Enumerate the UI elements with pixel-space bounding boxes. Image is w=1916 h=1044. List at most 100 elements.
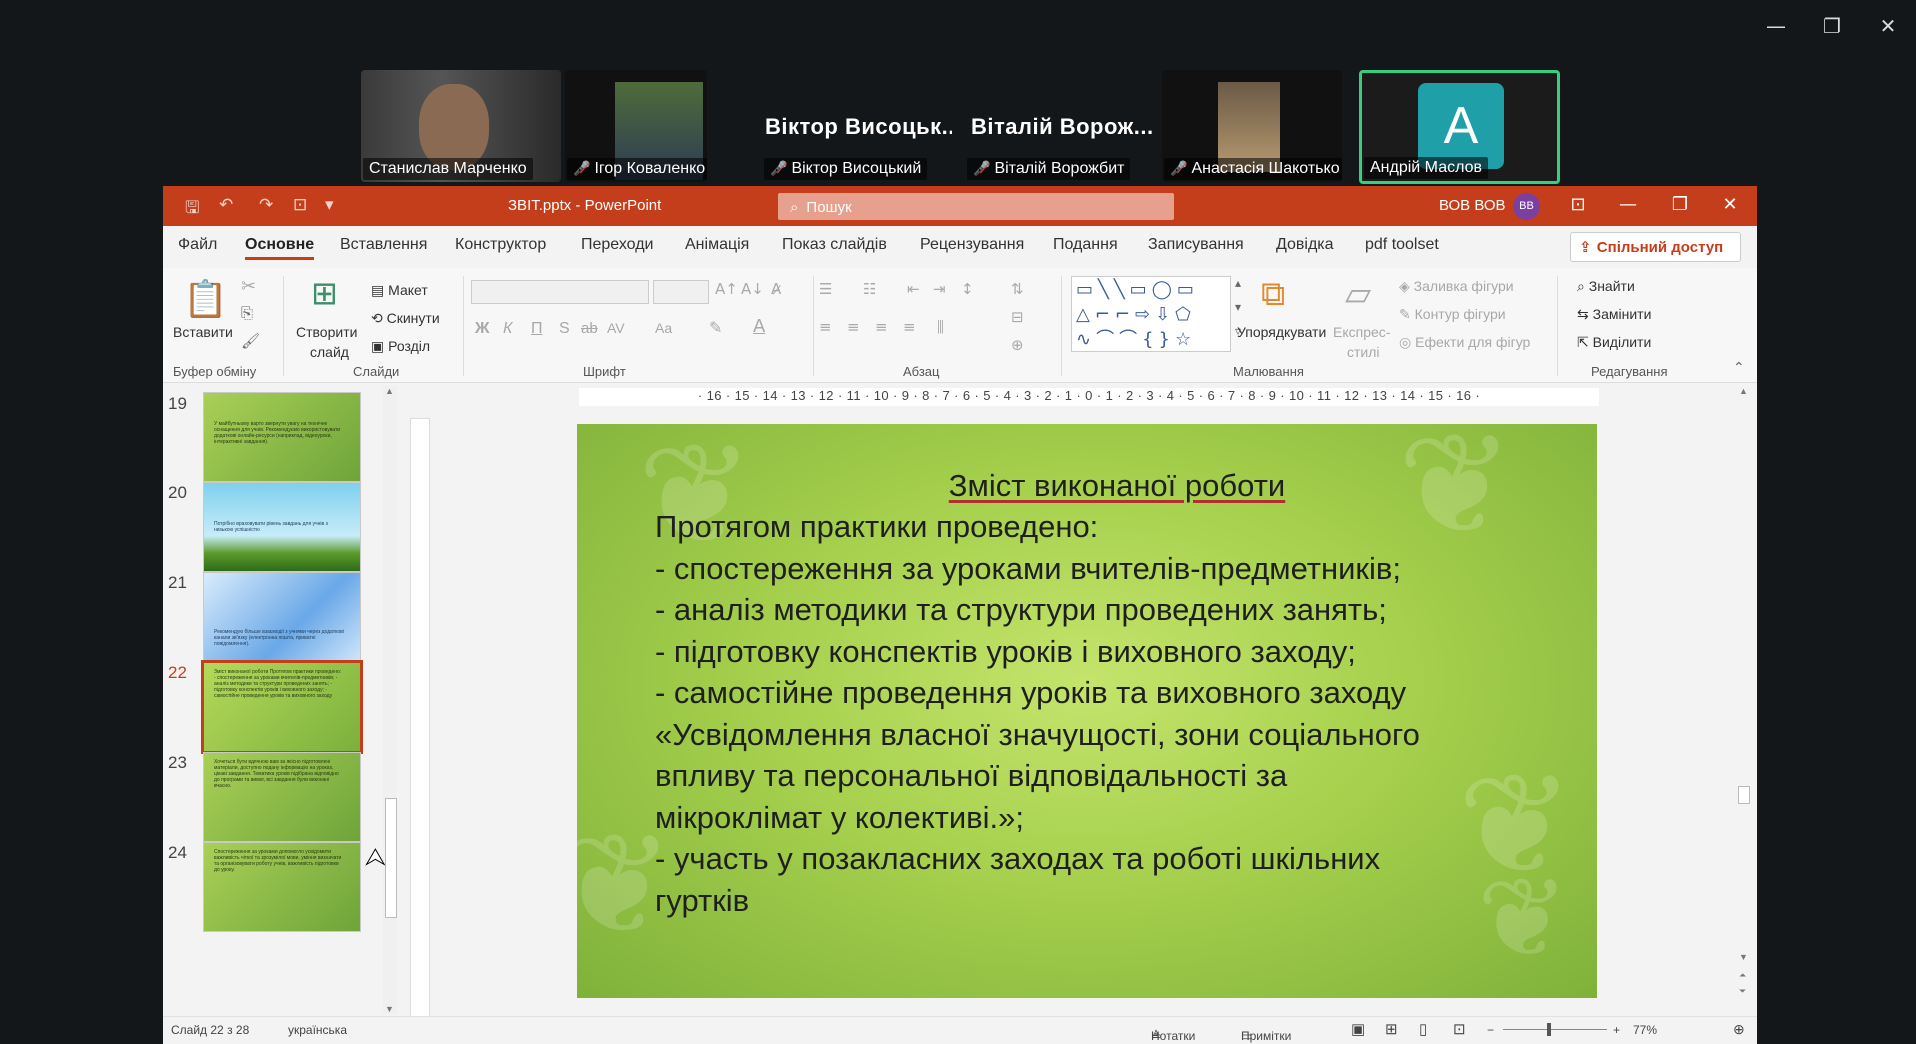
previous-slide-icon[interactable]: ⏶ [1739,970,1746,981]
clear-format-icon[interactable]: A̷ [771,280,781,298]
slide-thumbnail[interactable]: Хочеться бути вдячною вам за якісно підг… [203,752,361,842]
slide-sorter-icon[interactable]: ⊞ [1385,1020,1398,1038]
zoom-level[interactable]: 77% [1633,1023,1657,1037]
cut-icon[interactable]: ✂ [241,276,256,297]
language-indicator[interactable]: українська [288,1023,347,1037]
tab-file[interactable]: Файл [178,236,217,254]
participant-tile-active[interactable]: A Андрій Маслов [1359,70,1560,184]
tab-review[interactable]: Рецензування [920,236,1024,254]
scroll-up-icon[interactable]: ▲ [385,386,394,396]
paste-icon[interactable]: 📋 [183,278,228,320]
collapse-ribbon-icon[interactable]: ⌃ [1733,360,1745,376]
share-button[interactable]: ⇪ Спільний доступ [1570,232,1741,262]
scroll-down-icon[interactable]: ▼ [1739,952,1748,962]
ribbon-display-icon[interactable]: ⊡ [1563,194,1593,215]
zoom-in-icon[interactable]: + [1613,1023,1620,1037]
slide-thumbnail[interactable]: Потрібно враховувати рівень завдань для … [203,482,361,572]
shape-outline-button[interactable]: ✎ Контур фігури [1399,306,1506,323]
text-direction-icon[interactable]: ⇅ [1011,280,1024,298]
quick-styles-button[interactable]: Експрес- [1333,324,1390,340]
quick-styles-button-line2[interactable]: стилі [1347,344,1380,360]
increase-indent-icon[interactable]: ⇥ [933,280,946,298]
replace-button[interactable]: ⇆ Замінити [1577,306,1651,323]
shapes-gallery[interactable]: ▭╲╲▭◯▭ △⌐⌐⇨⇩⬠ ∿⌒⌒{}☆ [1071,276,1231,352]
participant-tile[interactable]: Віталій Ворож... 🎤̸ Віталій Ворожбит [965,70,1155,182]
tab-insert[interactable]: Вставлення [340,236,427,254]
tab-home[interactable]: Основне [245,236,315,260]
slide-thumbnail[interactable]: Спостереження за уроками допомогло усвід… [203,842,361,932]
customize-icon[interactable]: ▾ [325,195,334,215]
fit-slide-icon[interactable]: ⊕ [1733,1021,1745,1038]
zoom-slider-thumb[interactable] [1547,1023,1551,1036]
new-slide-button-line2[interactable]: слайд [310,344,349,360]
scroll-down-icon[interactable]: ▼ [385,1004,394,1014]
zoom-slider[interactable] [1503,1029,1607,1030]
undo-icon[interactable]: ↶ [219,195,233,215]
slide-scrollbar[interactable]: ▲ ▼ ⏶ ⏷ [1735,386,1753,1006]
scrollbar-thumb[interactable] [385,798,397,918]
restore-icon[interactable]: ❐ [1814,12,1850,40]
align-center-icon[interactable]: ≡ [847,318,860,336]
tab-view[interactable]: Подання [1053,236,1118,254]
user-name[interactable]: ВОВ ВОВ [1439,197,1506,214]
slideshow-icon[interactable]: ⊡ [1453,1020,1466,1038]
save-icon[interactable]: 🖫 [185,195,199,224]
columns-icon[interactable]: ⫼ [937,318,944,336]
shrink-font-icon[interactable]: A↓ [741,280,764,298]
shape-effects-button[interactable]: ◎ Ефекти для фігур [1399,334,1530,351]
slide-title[interactable]: Зміст виконаної роботи [577,468,1597,504]
minimize-icon[interactable]: — [1613,194,1643,215]
arrange-icon[interactable]: ⧉ [1261,274,1285,314]
font-color-icon[interactable]: A [753,316,765,337]
slide-body[interactable]: Протягом практики проведено: - спостереж… [655,506,1555,921]
new-slide-icon[interactable]: ⊞ [311,274,338,312]
align-right-icon[interactable]: ≡ [875,318,888,336]
tab-animations[interactable]: Анімація [685,236,749,254]
tab-slideshow[interactable]: Показ слайдів [782,236,887,254]
numbering-icon[interactable]: ☷ [863,280,876,298]
justify-icon[interactable]: ≡ [903,318,916,336]
participant-tile[interactable]: 🎤̸ Ігор Коваленко [565,70,707,182]
decrease-indent-icon[interactable]: ⇤ [907,280,920,298]
font-family-select[interactable] [471,280,649,304]
layout-button[interactable]: ▤ Макет [371,282,428,299]
zoom-out-icon[interactable]: − [1487,1023,1494,1037]
find-button[interactable]: ⌕ Знайти [1577,278,1635,295]
thumbnails-scrollbar[interactable]: ▲ ▼ [383,386,397,1014]
slide-thumbnail[interactable]: Рекомендую більше взаємодії з учнями чер… [203,572,361,662]
redo-icon[interactable]: ↷ [259,195,273,215]
close-icon[interactable]: ✕ [1870,12,1906,40]
char-spacing-button[interactable]: AV [607,320,625,336]
participant-tile[interactable]: 🎤̸ Анастасія Шакотько [1162,70,1342,182]
paste-button[interactable]: Вставити [173,324,233,340]
avatar[interactable]: ВВ [1513,193,1540,220]
participant-tile[interactable]: Віктор Висоцьк... 🎤̸ Віктор Висоцький [762,70,952,182]
tab-transitions[interactable]: Переходи [581,236,653,254]
line-spacing-icon[interactable]: ↕ [961,280,974,298]
gallery-down-icon[interactable]: ▾ [1235,300,1241,314]
grow-font-icon[interactable]: A↑ [715,280,738,298]
section-button[interactable]: ▣ Розділ [371,338,430,355]
bold-button[interactable]: Ж [475,320,489,338]
slide-thumbnail-current[interactable]: Зміст виконаної роботи Протягом практики… [201,660,363,754]
shape-fill-button[interactable]: ◈ Заливка фігури [1399,278,1514,295]
tab-help[interactable]: Довідка [1276,236,1334,254]
align-text-icon[interactable]: ⊟ [1011,308,1024,326]
change-case-button[interactable]: Aa [655,320,672,336]
align-left-icon[interactable]: ≡ [819,318,832,336]
strikethrough-button[interactable]: ab [581,320,598,337]
highlight-icon[interactable]: ✎ [709,318,722,337]
participant-tile[interactable]: Станислав Марченко [361,70,561,182]
quick-styles-icon[interactable]: ▱ [1345,274,1371,314]
slide-canvas[interactable]: ❦ ❦ ❦ ❦ ❦ Зміст виконаної роботи Протяго… [577,424,1597,998]
new-slide-button[interactable]: Створити [296,324,357,340]
scrollbar-thumb[interactable] [1738,786,1750,804]
tab-recording[interactable]: Записування [1148,236,1244,254]
copy-icon[interactable]: ⎘ [241,304,253,322]
next-slide-icon[interactable]: ⏷ [1739,986,1746,997]
format-painter-icon[interactable]: 🖌 [241,332,260,350]
bullets-icon[interactable]: ☰ [819,280,832,298]
arrange-button[interactable]: Упорядкувати [1237,324,1326,340]
minimize-icon[interactable]: — [1758,12,1794,40]
normal-view-icon[interactable]: ▣ [1351,1020,1365,1038]
